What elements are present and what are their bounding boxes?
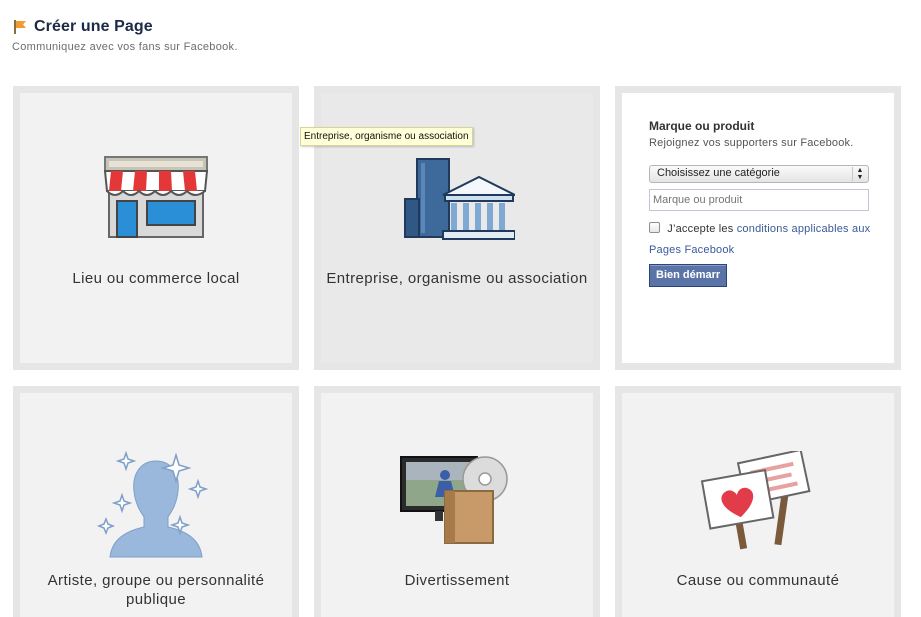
tile-label: Cause ou communauté: [676, 572, 840, 589]
terms-row: J’accepte les conditions applicables aux…: [649, 219, 874, 261]
tile-inner: Divertissement: [321, 393, 593, 617]
tile-inner: Artiste, groupe ou personnalité publique: [20, 393, 292, 617]
artist-silhouette-icon: [96, 450, 209, 558]
tile-label: Lieu ou commerce local: [72, 270, 240, 287]
page-header: Créer une Page Communiquez avec vos fans…: [12, 18, 238, 53]
get-started-button[interactable]: Bien démarr: [649, 264, 728, 287]
storefront-icon: [103, 156, 209, 238]
terms-text: J’accepte les: [667, 223, 734, 235]
form-title: Marque ou produit: [649, 119, 755, 133]
title-row: Créer une Page: [12, 18, 238, 36]
tile-inner: Cause ou communauté: [622, 393, 894, 617]
select-arrows-icon: ▲ ▼: [852, 167, 867, 181]
category-select[interactable]: Choisissez une catégorie ▲ ▼: [649, 165, 869, 183]
protest-signs-icon: [700, 451, 811, 550]
tile-inner: Lieu ou commerce local: [20, 93, 292, 363]
tile-cause[interactable]: Cause ou communauté: [615, 386, 901, 617]
terms-checkbox[interactable]: [649, 222, 660, 233]
tile-brand-form: Marque ou produit Rejoignez vos supporte…: [615, 86, 901, 370]
form-subtitle: Rejoignez vos supporters sur Facebook.: [649, 137, 854, 149]
tile-local-business[interactable]: Lieu ou commerce local: [13, 86, 299, 370]
tooltip: Entreprise, organisme ou association: [300, 127, 473, 146]
tile-artist[interactable]: Artiste, groupe ou personnalité publique: [13, 386, 299, 617]
category-select-value: Choisissez une catégorie: [657, 167, 780, 179]
page-subtitle: Communiquez avec vos fans sur Facebook.: [12, 41, 238, 53]
brand-form: Marque ou produit Rejoignez vos supporte…: [649, 119, 874, 287]
flag-icon: [14, 20, 26, 34]
tile-entertainment[interactable]: Divertissement: [314, 386, 600, 617]
brand-name-input[interactable]: [649, 189, 869, 211]
tile-label: Divertissement: [404, 572, 510, 589]
entertainment-media-icon: [400, 456, 508, 544]
tile-label: Entreprise, organisme ou association: [326, 270, 588, 287]
tile-inner: Marque ou produit Rejoignez vos supporte…: [622, 93, 894, 363]
page-title: Créer une Page: [34, 18, 153, 35]
tile-label: Artiste, groupe ou personnalité publique: [47, 572, 265, 608]
buildings-icon: [404, 158, 515, 240]
